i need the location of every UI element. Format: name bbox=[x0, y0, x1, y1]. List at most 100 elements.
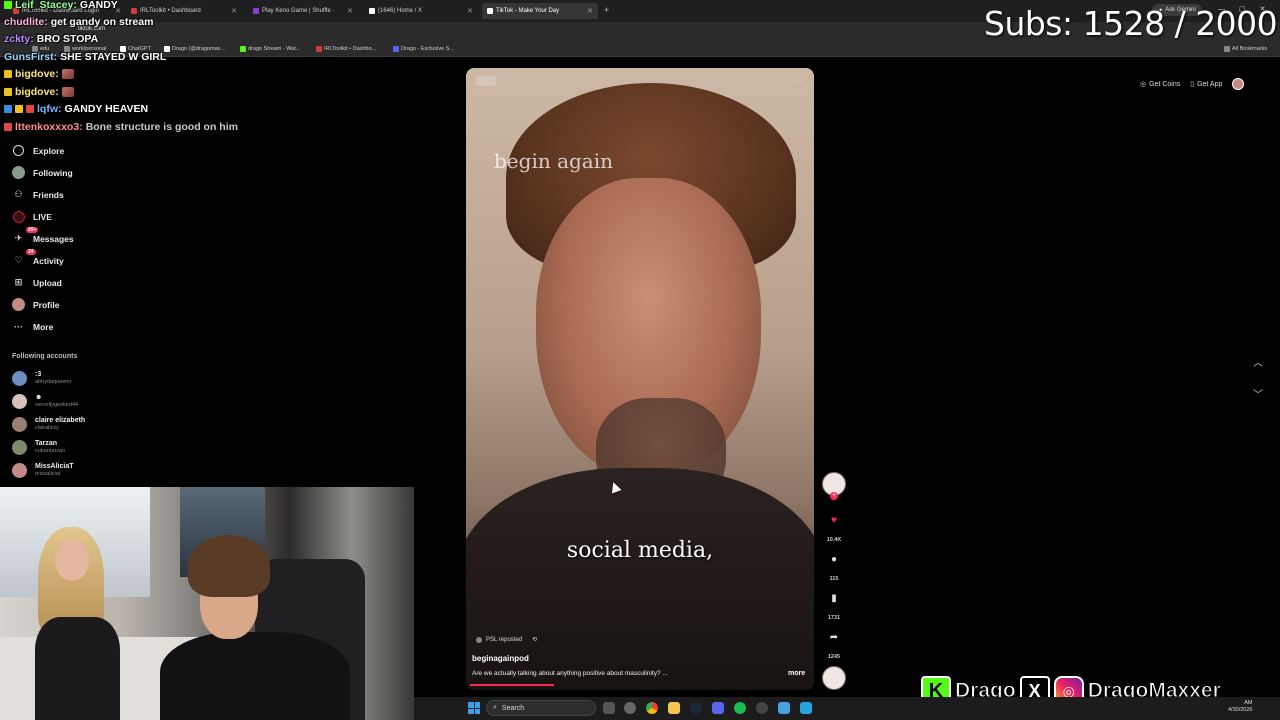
avatar bbox=[12, 417, 27, 432]
tab-tiktok[interactable]: TikTok - Make Your Day ✕ bbox=[482, 3, 598, 19]
chat-message: GunsFirst: SHE STAYED W GIRL bbox=[4, 51, 166, 63]
tab-keno[interactable]: Play Keno Game | Shuffle · ✕ bbox=[248, 3, 358, 19]
chat-text: GANDY bbox=[79, 0, 118, 11]
following-account[interactable]: claire elizabeth clairalizzy bbox=[12, 417, 85, 432]
video-author[interactable]: beginagainpod bbox=[472, 654, 529, 663]
video-progress-bar[interactable] bbox=[470, 684, 554, 686]
nav-messages[interactable]: ✈ 99+ Messages bbox=[12, 227, 74, 245]
nav-label: LIVE bbox=[33, 211, 52, 222]
activity-icon: ♡ bbox=[14, 255, 23, 265]
tiktok-icon bbox=[487, 8, 493, 14]
new-tab-icon[interactable]: + bbox=[604, 5, 609, 15]
nav-activity[interactable]: ♡ 24 Activity bbox=[12, 249, 64, 267]
activity-badge: 24 bbox=[26, 249, 36, 255]
repost-avatar-icon bbox=[476, 636, 482, 643]
nav-friends[interactable]: ⚇ Friends bbox=[12, 188, 64, 201]
chat-message: bigdove: bbox=[4, 68, 74, 80]
chrome-icon[interactable] bbox=[646, 702, 658, 714]
following-account[interactable]: MissAliciaT missaliciat bbox=[12, 463, 74, 478]
windows-start-icon[interactable] bbox=[468, 702, 480, 714]
bookmark-drago-exclusive[interactable]: Drago - Exclusive S... bbox=[393, 46, 454, 52]
repost-label: PSL reposted bbox=[486, 636, 523, 643]
following-account[interactable]: :3 abbydaqueenn bbox=[12, 371, 71, 386]
following-account[interactable]: Tarzan cubantarzan bbox=[12, 440, 65, 455]
video-player[interactable]: begin again ··· social media, PSL repost… bbox=[466, 68, 814, 690]
chat-emote-icon bbox=[61, 87, 74, 97]
close-icon[interactable]: ✕ bbox=[347, 7, 353, 15]
get-coins-button[interactable]: ◎ Get Coins bbox=[1140, 80, 1180, 89]
spotify-icon[interactable] bbox=[734, 702, 746, 714]
nav-label: Friends bbox=[33, 189, 64, 200]
coin-icon: ◎ bbox=[1140, 81, 1147, 88]
chevron-down-icon[interactable]: ﹀ bbox=[1253, 386, 1263, 401]
chat-badge-icon bbox=[4, 105, 12, 113]
video-subtitle: social media, bbox=[566, 538, 714, 563]
close-icon[interactable]: ✕ bbox=[467, 7, 473, 15]
follow-plus-icon[interactable]: + bbox=[830, 492, 838, 500]
more-options-icon[interactable]: ··· bbox=[792, 76, 802, 87]
video-watermark: begin again bbox=[494, 149, 614, 173]
bookmark-irltoolkit[interactable]: IRLToolkit • Dashbo... bbox=[316, 46, 376, 52]
more-icon: ··· bbox=[14, 321, 23, 332]
chat-text: BRO STOPA bbox=[36, 33, 99, 45]
kick-icon bbox=[240, 46, 246, 52]
nav-following[interactable]: Following bbox=[12, 166, 73, 179]
telegram-icon[interactable] bbox=[800, 702, 812, 714]
nav-explore[interactable]: Explore bbox=[12, 144, 64, 157]
nav-label: More bbox=[33, 321, 54, 332]
settings-icon[interactable] bbox=[624, 702, 636, 714]
nav-profile[interactable]: Profile bbox=[12, 298, 59, 311]
steam-icon[interactable] bbox=[690, 702, 702, 714]
messages-badge: 99+ bbox=[26, 227, 39, 233]
saves-count: 1731 bbox=[827, 615, 841, 621]
file-explorer-icon[interactable] bbox=[668, 702, 680, 714]
obs-icon[interactable] bbox=[756, 702, 768, 714]
following-avatar-icon bbox=[12, 166, 25, 179]
close-icon[interactable]: ✕ bbox=[231, 7, 237, 15]
system-clock[interactable]: AM 4/30/2026 bbox=[1228, 700, 1252, 714]
more-link[interactable]: more bbox=[788, 670, 805, 677]
bookmark-drago-x[interactable]: Drago (@dragomax... bbox=[164, 46, 225, 52]
taskbar-search[interactable]: ⌕ Search bbox=[486, 700, 596, 716]
streamer-hair bbox=[188, 535, 270, 597]
close-icon[interactable]: ✕ bbox=[587, 7, 593, 15]
shares-count: 1245 bbox=[827, 654, 841, 660]
notepad-icon[interactable] bbox=[778, 702, 790, 714]
bookmark-icon[interactable]: ▮ bbox=[826, 593, 842, 604]
comments-count: 115 bbox=[829, 576, 839, 582]
chat-message: lttenkoxxxo3: Bone structure is good on … bbox=[4, 121, 238, 133]
account-handle: clairalizzy bbox=[35, 425, 59, 431]
chat-user: bigdove: bbox=[15, 86, 59, 98]
share-icon[interactable]: ➦ bbox=[826, 632, 842, 643]
task-view-icon[interactable] bbox=[603, 702, 615, 714]
discord-icon[interactable] bbox=[712, 702, 724, 714]
following-account[interactable]: ☻ secretlygeeked44 bbox=[12, 394, 78, 409]
chat-emote-icon bbox=[61, 69, 74, 79]
account-name: :3 bbox=[35, 371, 42, 378]
tab-x-home[interactable]: (1646) Home / X ✕ bbox=[364, 3, 478, 19]
nav-label: Messages bbox=[33, 233, 74, 244]
nav-label: Following bbox=[33, 167, 73, 178]
account-handle: cubantarzan bbox=[35, 448, 66, 454]
account-name: claire elizabeth bbox=[35, 417, 86, 424]
nav-upload[interactable]: ⊞ Upload bbox=[12, 276, 62, 289]
user-avatar[interactable] bbox=[1232, 78, 1245, 90]
chevron-up-icon[interactable]: ︿ bbox=[1253, 354, 1263, 369]
bookmark-label: All Bookmarks bbox=[1232, 46, 1268, 52]
nav-more[interactable]: ··· More bbox=[12, 320, 53, 333]
chat-message: chudlite: get gandy on stream bbox=[4, 16, 153, 28]
bookmark-label: drago Stream - Wat... bbox=[248, 46, 301, 52]
comment-icon[interactable]: ● bbox=[826, 554, 842, 565]
avatar bbox=[12, 440, 27, 455]
all-bookmarks[interactable]: All Bookmarks bbox=[1224, 46, 1267, 52]
chat-message: Leif_Stacey: GANDY bbox=[4, 0, 118, 11]
nav-live[interactable]: LIVE bbox=[12, 210, 52, 223]
chat-text: GANDY HEAVEN bbox=[64, 103, 149, 115]
sound-avatar[interactable] bbox=[822, 666, 846, 690]
chat-text: Bone structure is good on him bbox=[85, 121, 238, 133]
get-app-button[interactable]: ▯ Get App bbox=[1190, 80, 1222, 89]
heart-icon[interactable]: ♥ bbox=[826, 515, 842, 526]
clock-date: 4/30/2026 bbox=[1228, 707, 1253, 713]
bookmark-drago-stream[interactable]: drago Stream - Wat... bbox=[240, 46, 300, 52]
chat-message: lqfw: GANDY HEAVEN bbox=[4, 103, 148, 115]
